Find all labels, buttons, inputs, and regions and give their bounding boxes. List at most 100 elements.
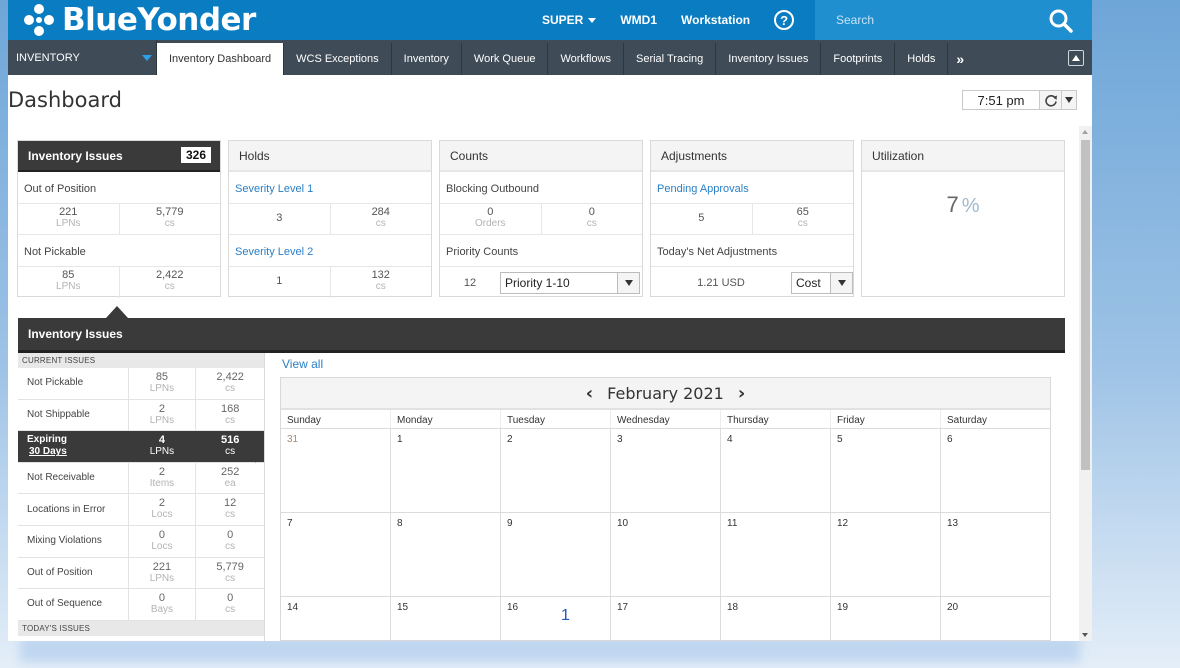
calendar-day[interactable]: 7 bbox=[281, 513, 391, 596]
search-input[interactable] bbox=[836, 13, 1036, 27]
inventory-issues-card[interactable]: Inventory Issues 326 Out of Position 221… bbox=[17, 140, 221, 298]
triangle-up-icon bbox=[1072, 55, 1080, 61]
tab-inventory-issues[interactable]: Inventory Issues bbox=[716, 43, 822, 75]
warehouse-selector[interactable]: WMD1 bbox=[620, 13, 657, 27]
weekday-label: Tuesday bbox=[501, 410, 611, 428]
calendar-day[interactable]: 14 bbox=[281, 597, 391, 640]
logo-mark-icon bbox=[20, 2, 58, 38]
user-menu[interactable]: SUPER bbox=[542, 13, 597, 27]
day-number: 13 bbox=[947, 518, 959, 529]
more-tabs-icon[interactable]: » bbox=[948, 43, 972, 75]
scroll-up-icon[interactable] bbox=[1082, 130, 1088, 134]
severity-level-2-link[interactable]: Severity Level 2 bbox=[229, 235, 431, 267]
calendar-day[interactable]: 2 bbox=[501, 429, 611, 512]
calendar-day[interactable]: 11 bbox=[721, 513, 831, 596]
card-header: Adjustments bbox=[651, 141, 853, 172]
calendar-day[interactable]: 16 1 bbox=[501, 597, 611, 640]
weekday-label: Saturday bbox=[947, 415, 988, 426]
day-number: 9 bbox=[507, 518, 513, 529]
calendar-day[interactable]: 1 bbox=[391, 429, 501, 512]
net-adjustments-label: Today's Net Adjustments bbox=[651, 235, 853, 267]
day-number: 15 bbox=[397, 602, 409, 613]
calendar-day[interactable]: 8 bbox=[391, 513, 501, 596]
calendar-day[interactable]: 3 bbox=[611, 429, 721, 512]
refresh-control bbox=[1039, 90, 1077, 110]
calendar-day[interactable]: 10 bbox=[611, 513, 721, 596]
tab-workflows[interactable]: Workflows bbox=[548, 43, 624, 75]
calendar-day[interactable]: 5 bbox=[831, 429, 941, 512]
issue-sublabel[interactable]: 30 Days bbox=[29, 446, 67, 458]
refresh-interval-dropdown[interactable] bbox=[1061, 91, 1076, 109]
issue-row[interactable]: Mixing Violations 0 Locs 0 cs bbox=[18, 525, 264, 558]
tab-wcs-exceptions[interactable]: WCS Exceptions bbox=[284, 43, 392, 75]
issue-value: 516 cs bbox=[220, 434, 240, 458]
issue-value: 2 LPNs bbox=[129, 399, 197, 431]
day-issue-count[interactable]: 1 bbox=[561, 607, 570, 625]
calendar-day[interactable]: 9 bbox=[501, 513, 611, 596]
counts-card[interactable]: Counts Blocking Outbound 0 Orders 0 cs Pri… bbox=[439, 140, 643, 297]
workstation-menu[interactable]: Workstation bbox=[681, 13, 750, 27]
calendar-day[interactable]: 31 bbox=[281, 429, 391, 512]
refresh-button[interactable] bbox=[1040, 93, 1061, 107]
issue-label: Expiring 30 Days bbox=[18, 431, 129, 462]
scroll-down-icon[interactable] bbox=[1082, 633, 1088, 637]
card-title: Inventory Issues bbox=[28, 149, 123, 163]
issues-count-badge: 326 bbox=[180, 147, 211, 163]
chevron-down-icon bbox=[830, 272, 852, 293]
issue-row[interactable]: Expiring 30 Days 4 LPNs 516 cs bbox=[18, 431, 264, 463]
calendar-day[interactable]: 15 bbox=[391, 597, 501, 640]
tab-holds[interactable]: Holds bbox=[895, 43, 949, 75]
issue-row[interactable]: Out of Position 221 LPNs 5,779 cs bbox=[18, 557, 264, 590]
priority-range-select[interactable]: Priority 1-10 bbox=[500, 271, 640, 294]
calendar-day[interactable]: 17 bbox=[611, 597, 721, 640]
issue-row[interactable]: Not Receivable 2 Items 252 ea bbox=[18, 462, 264, 495]
issue-row[interactable]: Locations in Error 2 Locs 12 cs bbox=[18, 494, 264, 526]
chevron-left-icon[interactable]: ‹ bbox=[586, 383, 593, 404]
calendar-day[interactable]: 13 bbox=[941, 513, 1050, 596]
issue-row[interactable]: Not Shippable 2 LPNs 168 cs bbox=[18, 399, 264, 432]
day-number: 16 bbox=[507, 602, 519, 613]
card-header: Holds bbox=[229, 141, 431, 172]
vertical-scrollbar[interactable] bbox=[1079, 126, 1092, 641]
severity-2-values: 1 132 cs bbox=[229, 267, 431, 298]
issue-row[interactable]: Not Pickable 85 LPNs 2,422 cs bbox=[18, 368, 264, 400]
module-selector[interactable]: INVENTORY bbox=[8, 40, 157, 75]
utilization-card[interactable]: Utilization 7% bbox=[861, 140, 1065, 297]
help-button[interactable]: ? bbox=[774, 10, 795, 30]
scrollbar-thumb[interactable] bbox=[1081, 140, 1090, 470]
severity-level-1-link[interactable]: Severity Level 1 bbox=[229, 172, 431, 204]
severity-1-values: 3 284 cs bbox=[229, 204, 431, 235]
weekday-label: Friday bbox=[831, 410, 941, 428]
pending-approvals-link[interactable]: Pending Approvals bbox=[651, 172, 853, 204]
weekday-label: Monday bbox=[391, 410, 501, 428]
issue-row[interactable]: Out of Sequence 0 Bays 0 cs bbox=[18, 589, 264, 621]
search-icon[interactable] bbox=[1048, 8, 1074, 34]
tab-inventory-dashboard[interactable]: Inventory Dashboard bbox=[157, 43, 285, 75]
chevron-right-icon[interactable]: › bbox=[738, 383, 745, 404]
calendar-day[interactable]: 12 bbox=[831, 513, 941, 596]
value-cell: 221 LPNs bbox=[56, 206, 81, 229]
calendar-day[interactable]: 6 bbox=[941, 429, 1050, 512]
refresh-icon bbox=[1045, 94, 1057, 107]
holds-card[interactable]: Holds Severity Level 1 3 284 cs Severity … bbox=[228, 140, 432, 298]
value-cell: 1 bbox=[276, 275, 283, 287]
adjustment-measure-select[interactable]: Cost bbox=[791, 271, 853, 294]
issue-label: Not Receivable bbox=[18, 462, 129, 494]
tab-work-queue[interactable]: Work Queue bbox=[462, 43, 549, 75]
view-all-link[interactable]: View all bbox=[282, 357, 323, 371]
adjustments-card[interactable]: Adjustments Pending Approvals 5 65 cs Tod… bbox=[650, 140, 854, 297]
value-cell: 5,779 cs bbox=[118, 204, 221, 234]
calendar-day[interactable]: 20 bbox=[941, 597, 1050, 640]
tab-inventory[interactable]: Inventory bbox=[392, 43, 462, 75]
issue-value: 0 Bays bbox=[129, 589, 197, 620]
collapse-header-button[interactable] bbox=[1068, 50, 1084, 66]
tab-serial-tracing[interactable]: Serial Tracing bbox=[624, 43, 717, 75]
calendar-day[interactable]: 4 bbox=[721, 429, 831, 512]
warehouse-label: WMD1 bbox=[620, 13, 658, 27]
calendar-day[interactable]: 18 bbox=[721, 597, 831, 640]
brand-logo[interactable]: BlueYonder bbox=[20, 2, 256, 38]
issue-label: Mixing Violations bbox=[18, 525, 129, 557]
utilization-value: 7% bbox=[862, 192, 1064, 218]
calendar-day[interactable]: 19 bbox=[831, 597, 941, 640]
tab-footprints[interactable]: Footprints bbox=[821, 43, 896, 75]
